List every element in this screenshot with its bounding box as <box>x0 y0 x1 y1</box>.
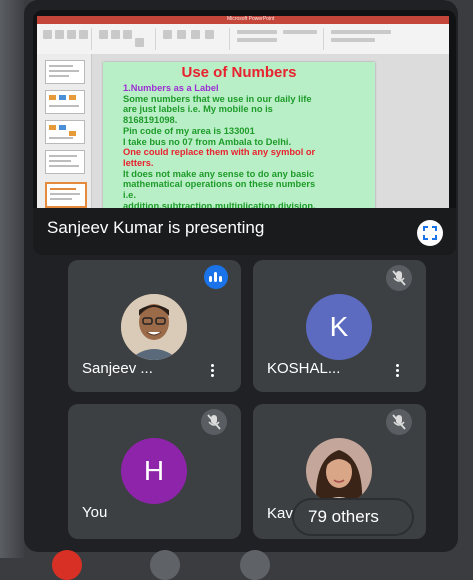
slide-text-line: Some numbers that we use in our daily li… <box>123 93 312 104</box>
participant-tile[interactable]: Sanjeev ... <box>68 260 241 392</box>
ribbon-group <box>327 28 445 50</box>
participant-name: Sanjeev ... <box>82 360 153 377</box>
slide-thumbnail-active[interactable] <box>45 182 87 208</box>
participant-name: You <box>82 504 108 521</box>
ppt-workspace: Use of Numbers 1.Numbers as a Label Some … <box>37 54 449 226</box>
avatar <box>121 294 187 360</box>
slide-thumbnail[interactable] <box>45 120 85 144</box>
mic-off-icon <box>386 409 412 435</box>
slide-text-line: One could replace them with any symbol o… <box>123 147 316 158</box>
participant-name: KOSHAL... <box>267 360 341 377</box>
slide-text-line: i.e. <box>123 190 136 200</box>
slide-thumbnail-pane <box>37 54 92 226</box>
ppt-title-bar: Microsoft PowerPoint <box>37 16 449 24</box>
fullscreen-icon <box>423 226 437 240</box>
avatar: K <box>306 294 372 360</box>
presenter-bar: Sanjeev Kumar is presenting <box>33 208 456 255</box>
presenter-label: Sanjeev Kumar is presenting <box>47 218 265 237</box>
left-window-edge <box>0 0 24 558</box>
slide-title: Use of Numbers <box>181 64 297 81</box>
ppt-app-title: Microsoft PowerPoint <box>227 16 275 22</box>
ribbon-group <box>95 28 156 50</box>
ribbon-group <box>39 28 92 50</box>
current-slide: Use of Numbers 1.Numbers as a Label Some … <box>103 62 375 215</box>
avatar: H <box>121 438 187 504</box>
slide-text-line: It does not make any sense to do any bas… <box>123 168 315 179</box>
avatar <box>306 438 372 504</box>
slide-thumbnail[interactable] <box>45 90 85 114</box>
leave-call-button[interactable] <box>52 550 82 580</box>
others-button[interactable]: 79 others <box>294 500 412 534</box>
participant-photo <box>121 294 187 360</box>
slide-text-line: 8168191098. <box>123 115 178 126</box>
control-button[interactable] <box>240 550 270 580</box>
slide-text-line: letters. <box>123 157 154 168</box>
more-vert-icon[interactable] <box>211 364 215 379</box>
fullscreen-button[interactable] <box>417 220 443 246</box>
participant-photo <box>306 438 372 504</box>
more-vert-icon[interactable] <box>396 364 400 379</box>
ribbon-group <box>233 28 324 50</box>
speaking-indicator-icon <box>204 265 228 289</box>
participant-name: Kav <box>267 505 293 522</box>
ribbon-group <box>159 28 230 50</box>
slide-thumbnail[interactable] <box>45 150 85 174</box>
participant-tile[interactable]: K KOSHAL... <box>253 260 426 392</box>
mic-off-icon <box>386 265 412 291</box>
slide-text-line: I take bus no 07 from Ambala to Delhi. <box>123 136 292 147</box>
mic-off-icon <box>201 409 227 435</box>
slide-text-line: mathematical operations on these numbers <box>123 179 316 190</box>
others-label: 79 others <box>308 507 379 526</box>
slide-text-line: Pin code of my area is 133001 <box>123 125 255 136</box>
control-button[interactable] <box>150 550 180 580</box>
slide-thumbnail[interactable] <box>45 60 85 84</box>
slide-text-line: 1.Numbers as a Label <box>123 83 219 93</box>
slide-text-line: are just labels i.e. My mobile no is <box>123 104 273 115</box>
participant-tile-self[interactable]: H You <box>68 404 241 539</box>
ppt-ribbon <box>37 24 449 55</box>
